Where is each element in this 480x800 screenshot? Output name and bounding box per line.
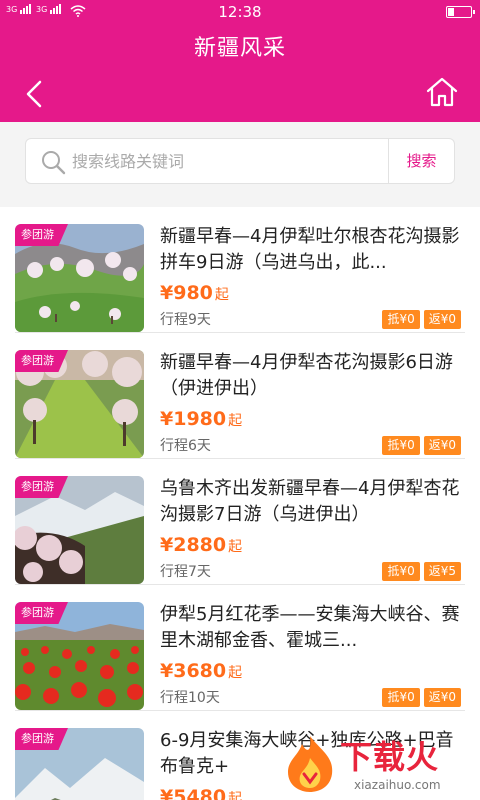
deduct-badge: 抵¥0	[382, 436, 420, 455]
search-box: 搜索	[25, 138, 455, 184]
route-title: 新疆早春—4月伊犁吐尔根杏花沟摄影拼车9日游（乌进乌出，此...	[160, 226, 460, 273]
trip-duration: 行程7天	[160, 564, 211, 580]
route-price: ¥980 起	[160, 282, 229, 304]
price-unit: 起	[228, 539, 243, 555]
clock: 12:38	[218, 3, 262, 21]
status-bar: 3G 3G 12:38	[0, 0, 480, 24]
search-section: 搜索	[0, 122, 480, 200]
home-icon[interactable]	[424, 74, 460, 110]
watermark-logo: 下载火 xiazaihuo.com	[282, 730, 472, 798]
route-thumbnail: 参团游	[15, 602, 144, 710]
watermark-text: 下载火	[340, 738, 440, 776]
deduct-badge: 抵¥0	[382, 688, 420, 707]
search-button[interactable]: 搜索	[388, 139, 454, 183]
route-thumbnail: 参团游	[15, 728, 144, 800]
flame-logo-icon	[288, 736, 333, 792]
price-unit: 起	[228, 413, 243, 429]
watermark-url: xiazaihuo.com	[354, 778, 441, 792]
back-arrow-icon[interactable]	[18, 76, 54, 112]
rebate-badge: 返¥5	[423, 562, 461, 581]
price-value: ¥1980	[160, 408, 227, 430]
price-value: ¥2880	[160, 534, 227, 556]
deduct-badge: 抵¥0	[382, 310, 420, 329]
route-thumbnail: 参团游	[15, 350, 144, 458]
list-item[interactable]: 参团游 乌鲁木齐出发新疆早春—4月伊犁杏花沟摄影7日游（乌进伊出） ¥2880 起…	[0, 459, 480, 585]
badge-group: 抵¥0 返¥0	[378, 434, 461, 455]
search-input[interactable]	[72, 147, 392, 175]
app-header: 新疆风采	[0, 24, 480, 122]
route-price: ¥1980 起	[160, 408, 242, 430]
price-unit: 起	[228, 791, 243, 800]
search-icon	[42, 151, 66, 175]
deduct-badge: 抵¥0	[382, 562, 420, 581]
price-value: ¥3680	[160, 660, 227, 682]
route-price: ¥3680 起	[160, 660, 242, 682]
list-item[interactable]: 参团游 伊犁5月红花季——安集海大峡谷、赛里木湖郁金香、霍城三... ¥3680…	[0, 585, 480, 711]
route-list: 参团游 新疆早春—4月伊犁吐尔根杏花沟摄影拼车9日游（乌进乌出，此... ¥98…	[0, 207, 480, 800]
route-price: ¥5480 起	[160, 786, 242, 800]
price-unit: 起	[214, 287, 229, 303]
rebate-badge: 返¥0	[423, 310, 461, 329]
route-title: 新疆早春—4月伊犁杏花沟摄影6日游（伊进伊出）	[160, 352, 453, 399]
rebate-badge: 返¥0	[423, 436, 461, 455]
page-title: 新疆风采	[193, 36, 286, 61]
list-item[interactable]: 参团游 新疆早春—4月伊犁杏花沟摄影6日游（伊进伊出） ¥1980 起 行程6天 …	[0, 333, 480, 459]
badge-group: 抵¥0 返¥0	[378, 308, 461, 329]
route-thumbnail: 参团游	[15, 224, 144, 332]
price-value: ¥980	[160, 282, 213, 304]
price-value: ¥5480	[160, 786, 227, 800]
route-title: 乌鲁木齐出发新疆早春—4月伊犁杏花沟摄影7日游（乌进伊出）	[160, 478, 460, 525]
rebate-badge: 返¥0	[423, 688, 461, 707]
badge-group: 抵¥0 返¥0	[378, 686, 461, 707]
route-price: ¥2880 起	[160, 534, 242, 556]
trip-duration: 行程9天	[160, 312, 211, 328]
trip-duration: 行程10天	[160, 690, 220, 706]
list-item[interactable]: 参团游 新疆早春—4月伊犁吐尔根杏花沟摄影拼车9日游（乌进乌出，此... ¥98…	[0, 207, 480, 333]
badge-group: 抵¥0 返¥5	[378, 560, 461, 581]
trip-duration: 行程6天	[160, 438, 211, 454]
route-thumbnail: 参团游	[15, 476, 144, 584]
route-title: 伊犁5月红花季——安集海大峡谷、赛里木湖郁金香、霍城三...	[160, 604, 460, 651]
battery-icon	[446, 6, 475, 18]
price-unit: 起	[228, 665, 243, 681]
